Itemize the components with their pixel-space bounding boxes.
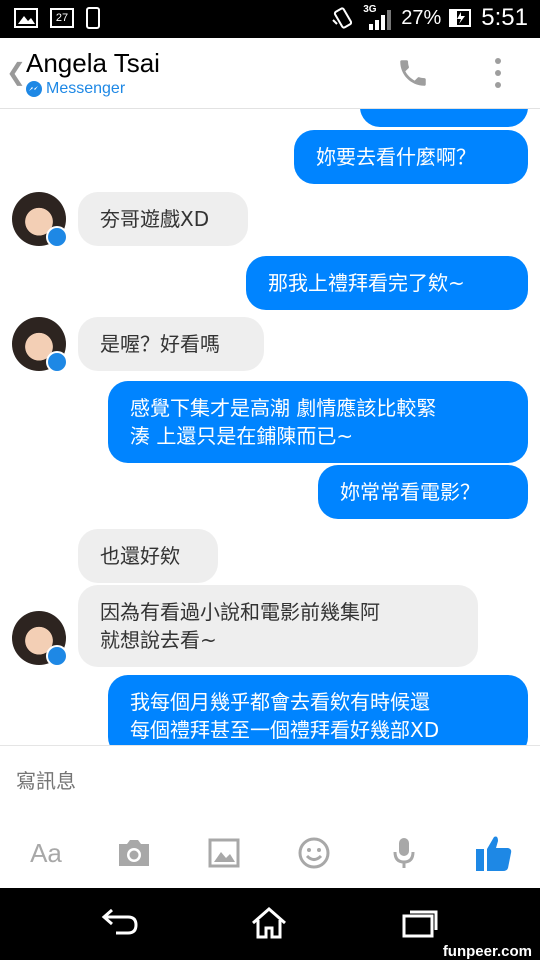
chevron-left-icon[interactable]: ❮ xyxy=(6,58,26,86)
conversation-header: ❮ Angela Tsai Messenger xyxy=(0,38,540,109)
calendar-notification-icon: 27 xyxy=(50,8,74,28)
back-icon[interactable] xyxy=(100,906,140,936)
gallery-icon[interactable] xyxy=(204,833,244,873)
vibrate-icon xyxy=(332,7,353,29)
contact-avatar[interactable] xyxy=(12,192,68,248)
system-navigation-bar: funpeer.com xyxy=(0,888,540,960)
status-bar: 27 3G 27% 5:51 xyxy=(0,0,540,38)
battery-percent: 27% xyxy=(401,6,442,29)
thumbs-up-icon[interactable] xyxy=(474,833,514,873)
message-bubble-incoming: 是喔？好看嗎 xyxy=(78,317,264,371)
message-bubble-partial xyxy=(360,109,528,127)
message-bubble-incoming: 因為有看過小說和電影前幾集阿 就想說去看~ xyxy=(78,585,478,667)
message-bubble-outgoing: 感覺下集才是高潮 劇情應該比較緊 湊 上還只是在鋪陳而已~ xyxy=(108,381,528,463)
composer-toolbar: Aa xyxy=(0,815,540,888)
recent-apps-icon[interactable] xyxy=(400,906,440,938)
message-list[interactable]: 妳要去看什麼啊？ 夯哥遊戲XD 那我上禮拜看完了欸~ 是喔？好看嗎 感覺下集才是… xyxy=(0,109,540,745)
microphone-icon[interactable] xyxy=(384,833,424,873)
contact-avatar[interactable] xyxy=(12,317,68,373)
watermark: funpeer.com xyxy=(442,943,532,960)
message-bubble-outgoing: 妳要去看什麼啊？ xyxy=(294,130,528,184)
home-icon[interactable] xyxy=(250,906,288,940)
emoji-icon[interactable] xyxy=(294,833,334,873)
app-label: Messenger xyxy=(26,80,125,98)
message-bubble-outgoing: 那我上禮拜看完了欸~ xyxy=(246,256,528,310)
message-input[interactable] xyxy=(14,760,518,802)
clock: 5:51 xyxy=(481,4,528,31)
contact-name: Angela Tsai xyxy=(26,48,160,78)
message-bubble-outgoing: 妳常常看電影？ xyxy=(318,465,528,519)
messenger-badge-icon xyxy=(46,645,68,667)
phone-notification-icon xyxy=(86,7,100,29)
messenger-icon xyxy=(26,81,42,97)
messenger-badge-icon xyxy=(46,351,68,373)
image-notification-icon xyxy=(14,8,38,28)
message-bubble-incoming: 也還好欸 xyxy=(78,529,218,583)
phone-icon[interactable] xyxy=(396,56,430,90)
message-bubble-outgoing: 我每個月幾乎都會去看欸有時候還 每個禮拜甚至一個禮拜看好幾部XD xyxy=(108,675,528,745)
text-format-icon[interactable]: Aa xyxy=(26,833,66,873)
battery-charging-icon xyxy=(449,9,472,27)
signal-icon: 3G xyxy=(363,4,393,32)
message-bubble-incoming: 夯哥遊戲XD xyxy=(78,192,248,246)
more-vertical-icon[interactable] xyxy=(488,56,508,90)
messenger-label: Messenger xyxy=(46,80,126,97)
camera-icon[interactable] xyxy=(114,833,154,873)
contact-avatar[interactable] xyxy=(12,611,68,667)
messenger-badge-icon xyxy=(46,226,68,248)
composer xyxy=(0,745,540,816)
